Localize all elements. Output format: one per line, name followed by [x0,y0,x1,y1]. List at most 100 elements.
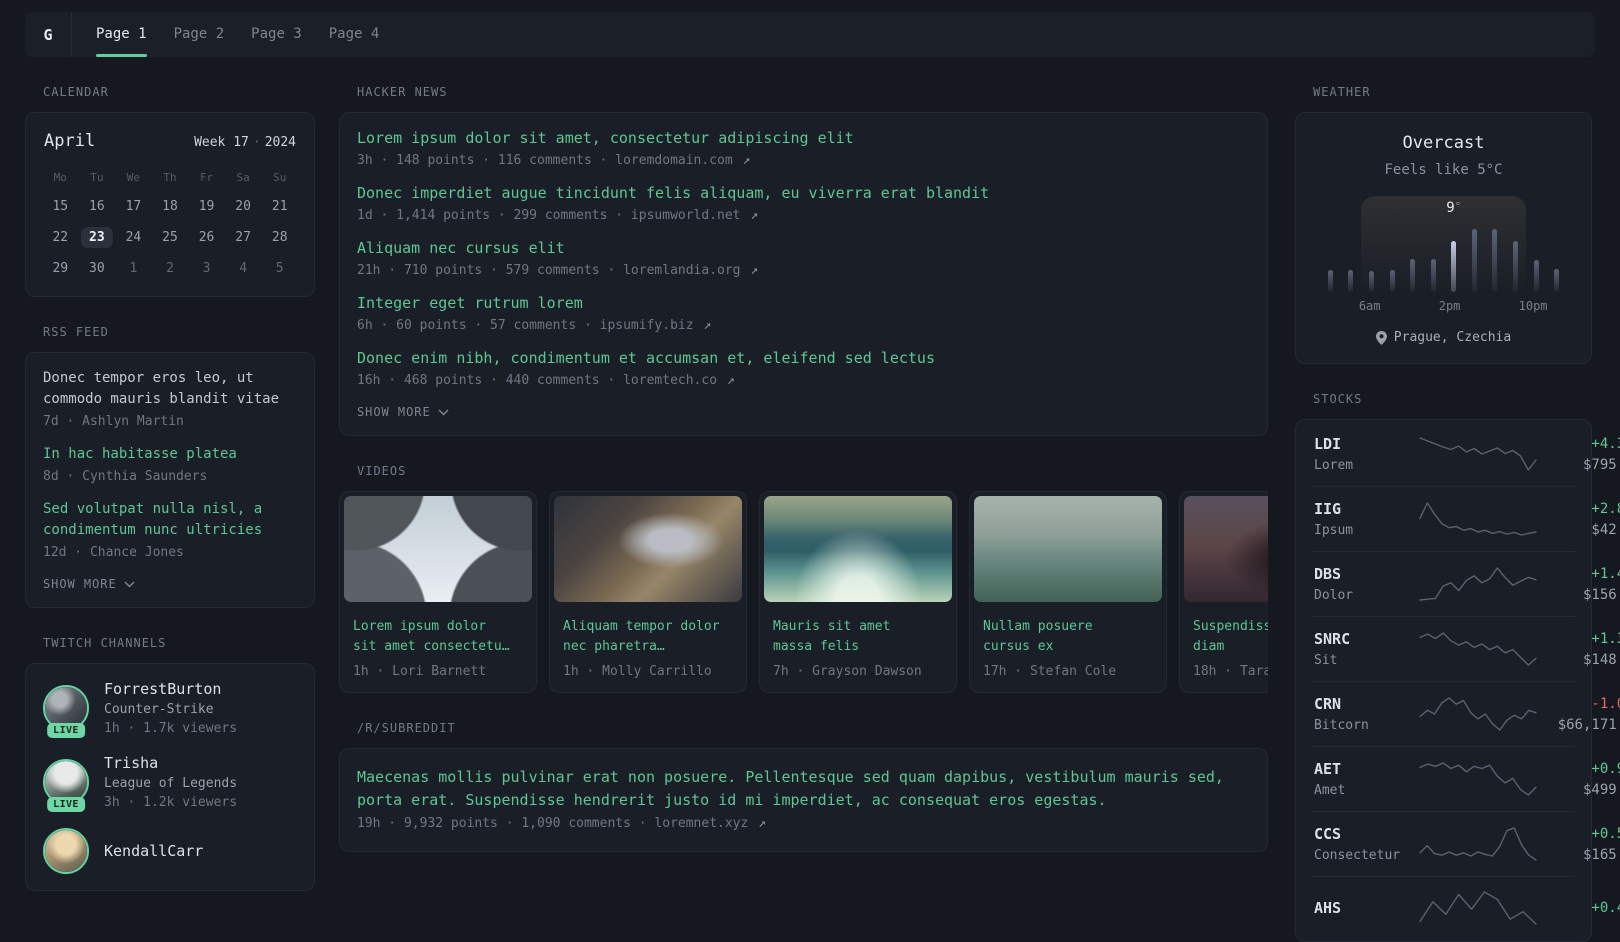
stock-values: +0.92% $499.72 [1538,761,1620,798]
video-card[interactable]: Nullam posuere cursus ex 17h · Stefan Col… [969,491,1167,693]
rss-card: Donec tempor eros leo, ut commodo mauris… [25,352,315,608]
widget-title: VIDEOS [357,464,407,478]
stock-symbol[interactable]: CCS [1314,825,1418,843]
external-link-icon[interactable]: ↗ [696,318,711,333]
calendar-day: 22 [42,222,79,253]
show-more-button[interactable]: SHOW MORE [43,577,297,591]
widget-title: RSS FEED [43,325,109,339]
tab-page-1[interactable]: Page 1 [96,12,147,57]
calendar-week-info: Week 17 · 2024 [194,135,296,150]
video-title[interactable]: Mauris sit amet massa felis [760,606,956,657]
rss-item-meta-text: 8d · Cynthia Saunders [43,469,208,484]
logo: G [43,25,53,44]
stock-row[interactable]: AHS +0.46% [1312,876,1620,939]
calendar-day: 17 [115,191,152,222]
video-meta: 7h · Grayson Dawson [773,664,922,679]
video-thumbnail[interactable] [554,496,742,602]
twitch-channel[interactable]: KendallCarr [43,828,297,874]
stock-row[interactable]: CRN Bitcorn -1.00% $66,171.48 [1312,681,1620,746]
hn-item-meta: 1d · 1,414 points · 299 comments · ipsum… [357,208,1250,223]
hn-item-title[interactable]: Donec imperdiet augue tincidunt felis al… [357,183,1250,204]
tab-page-4[interactable]: Page 4 [329,12,380,57]
external-link-icon[interactable]: ↗ [743,263,758,278]
video-card[interactable]: Lorem ipsum dolor sit amet consectetu… 1h… [339,491,537,693]
video-card[interactable]: Mauris sit amet massa felis 7h · Grayson … [759,491,957,693]
twitch-channel[interactable]: LIVE ForrestBurton Counter-Strike 1h · 1.7k… [43,680,297,738]
hn-item-title[interactable]: Aliquam nec cursus elit [357,238,1250,259]
stock-symbol[interactable]: LDI [1314,435,1418,453]
tab-page-3[interactable]: Page 3 [251,12,302,57]
calendar-day-number: 29 [52,261,69,276]
stock-sparkline [1419,827,1537,861]
stock-symbol[interactable]: AHS [1314,899,1418,917]
video-title[interactable]: Aliquam tempor dolor nec pharetra… [550,606,746,657]
rss-item-title[interactable]: Sed volutpat nulla nisl, a condimentum n… [43,499,297,541]
video-card[interactable]: Aliquam tempor dolor nec pharetra… 1h · M… [549,491,747,693]
hacker-news-card: Lorem ipsum dolor sit amet, consectetur … [339,112,1268,436]
stock-change: +1.42% [1591,565,1620,582]
video-title[interactable]: Nullam posuere cursus ex [970,606,1166,657]
calendar-day: 23 [79,222,116,253]
tab-page-2[interactable]: Page 2 [174,12,225,57]
calendar-day-number: 4 [239,261,248,276]
stock-values: -1.00% $66,171.48 [1538,696,1620,733]
stock-row[interactable]: SNRC Sit +1.36% $148.64 [1312,616,1620,681]
weather-bar [1348,270,1354,292]
hour-label: 6am [1358,299,1381,313]
calendar-day: 25 [152,222,189,253]
stock-values: +4.35% $795.18 [1538,436,1620,473]
stock-sparkline-wrap [1418,761,1538,797]
calendar-day-number: 19 [198,199,215,214]
rss-item-title[interactable]: In hac habitasse platea [43,444,297,465]
weather-bar [1554,269,1560,292]
stock-symbol[interactable]: DBS [1314,565,1418,583]
stock-symbol[interactable]: SNRC [1314,630,1418,648]
channel-meta: 1h · 1.7k viewers [104,721,238,736]
channel-name[interactable]: Trisha [104,754,237,772]
weather-bar-slot [1526,260,1547,292]
stock-row[interactable]: LDI Lorem +4.35% $795.18 [1312,422,1620,486]
video-title[interactable]: Lorem ipsum dolor sit amet consectetu… [340,606,536,657]
stock-symbol[interactable]: IIG [1314,500,1418,518]
external-link-icon[interactable]: ↗ [735,153,751,168]
weekday-label: Sa [236,170,250,184]
video-title[interactable]: Suspendisse diam [1180,606,1268,657]
post-title[interactable]: Maecenas mollis pulvinar erat non posuer… [357,766,1250,812]
calendar-day: 5 [261,253,298,284]
stock-row[interactable]: DBS Dolor +1.42% $156.28 [1312,551,1620,616]
external-link-icon[interactable]: ↗ [750,816,766,831]
external-link-icon[interactable]: ↗ [719,373,735,388]
channel-info: ForrestBurton Counter-Strike 1h · 1.7k vie… [104,680,237,736]
channel-name[interactable]: KendallCarr [104,842,203,860]
hn-item-meta: 16h · 468 points · 440 comments · loremt… [357,373,1250,388]
show-more-button[interactable]: SHOW MORE [357,405,1250,419]
weather-bar-slot [1546,269,1567,292]
stock-row[interactable]: AET Amet +0.92% $499.72 [1312,746,1620,811]
video-thumbnail[interactable] [974,496,1162,602]
twitch-widget: TWITCH CHANNELS LIVE ForrestBurton Counter… [25,636,315,891]
stock-row[interactable]: IIG Ipsum +2.84% $42.04 [1312,486,1620,551]
hn-item-title[interactable]: Lorem ipsum dolor sit amet, consectetur … [357,128,1250,149]
video-thumbnail[interactable] [344,496,532,602]
video-meta: 17h · Stefan Cole [983,664,1117,679]
hn-item: Donec imperdiet augue tincidunt felis al… [357,183,1250,223]
hn-item-title[interactable]: Donec enim nibh, condimentum et accumsan… [357,348,1250,369]
calendar-widget: CALENDAR April Week 17 · 2024 Mo Tu We Th Fr Sa… [25,85,315,297]
channel-game: League of Legends [104,776,238,791]
stock-name: Bitcorn [1314,718,1369,733]
stock-row[interactable]: CCS Consectetur +0.51% $165.84 [1312,811,1620,876]
week-number: Week 17 [194,135,249,150]
channel-name[interactable]: ForrestBurton [104,680,237,698]
hn-item-meta: 3h · 148 points · 116 comments · loremdo… [357,153,1250,168]
calendar-day-number: 30 [89,261,105,276]
stock-symbol[interactable]: CRN [1314,695,1418,713]
hn-item-title[interactable]: Integer eget rutrum lorem [357,293,1250,314]
video-thumbnail[interactable] [1184,496,1268,602]
stock-symbol[interactable]: AET [1314,760,1418,778]
external-link-icon[interactable]: ↗ [743,208,758,223]
hour-label [1480,299,1499,313]
video-thumbnail[interactable] [764,496,952,602]
twitch-channel[interactable]: LIVE Trisha League of Legends 3h · 1.2k vie… [43,754,297,812]
video-card[interactable]: Suspendisse diam 18h · Tara [1179,491,1268,693]
rss-item-title[interactable]: Donec tempor eros leo, ut commodo mauris… [43,368,297,410]
